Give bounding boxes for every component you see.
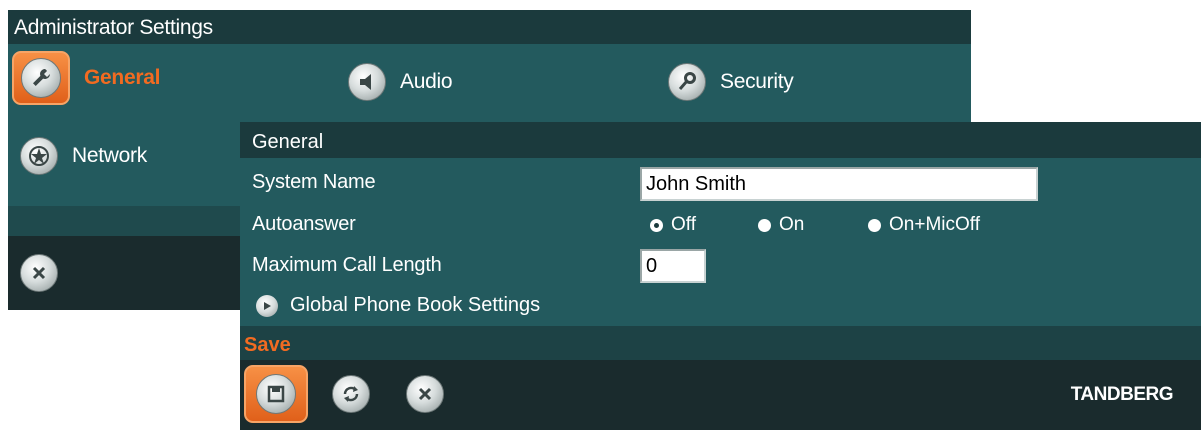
tandberg-logo: TANDBERG <box>1070 384 1174 405</box>
autoanswer-option-off[interactable]: Off <box>650 214 696 236</box>
radio-unchecked-icon <box>758 218 771 232</box>
autoanswer-option-on-label: On <box>779 214 805 235</box>
autoanswer-option-off-label: Off <box>671 214 696 235</box>
autoanswer-option-onmicoff-label: On+MicOff <box>889 214 980 235</box>
autoanswer-option-onmicoff[interactable]: On+MicOff <box>868 214 980 236</box>
system-name-input[interactable]: John Smith <box>640 167 1038 201</box>
menu-item-audio[interactable]: Audio <box>348 54 453 110</box>
key-icon <box>668 63 706 101</box>
admin-settings-title: Administrator Settings <box>8 10 971 44</box>
general-bottom-bar: TANDBERG <box>240 360 1201 430</box>
close-icon[interactable] <box>20 254 58 292</box>
save-label: Save <box>240 326 1201 360</box>
menu-item-general-label: General <box>84 66 161 89</box>
menu-item-security[interactable]: Security <box>668 54 794 110</box>
system-name-label: System Name <box>252 171 376 193</box>
menu-item-network[interactable]: Network <box>20 128 147 184</box>
max-call-length-input[interactable]: 0 <box>640 249 706 283</box>
radio-unchecked-icon <box>868 218 881 232</box>
menu-item-network-label: Network <box>72 144 147 167</box>
speaker-icon <box>348 63 386 101</box>
refresh-icon[interactable] <box>332 375 370 413</box>
radio-checked-icon <box>650 218 663 232</box>
autoanswer-option-on[interactable]: On <box>758 214 804 236</box>
general-icon-button[interactable] <box>12 51 70 105</box>
menu-item-general[interactable]: General <box>12 50 160 106</box>
general-title: General <box>240 122 1201 158</box>
close-icon[interactable] <box>406 375 444 413</box>
menu-item-audio-label: Audio <box>400 70 453 93</box>
save-button[interactable] <box>244 365 308 423</box>
menu-item-security-label: Security <box>720 70 794 93</box>
network-globe-icon <box>20 137 58 175</box>
max-call-length-label: Maximum Call Length <box>252 254 442 276</box>
floppy-disk-icon <box>256 374 296 414</box>
autoanswer-label: Autoanswer <box>252 213 356 235</box>
play-arrow-icon <box>256 294 278 317</box>
global-phonebook-settings-label: Global Phone Book Settings <box>290 294 541 316</box>
wrench-icon <box>21 58 61 98</box>
general-settings-window: General System Name John Smith Autoanswe… <box>240 122 1201 430</box>
global-phonebook-settings-link[interactable]: Global Phone Book Settings <box>256 294 540 317</box>
